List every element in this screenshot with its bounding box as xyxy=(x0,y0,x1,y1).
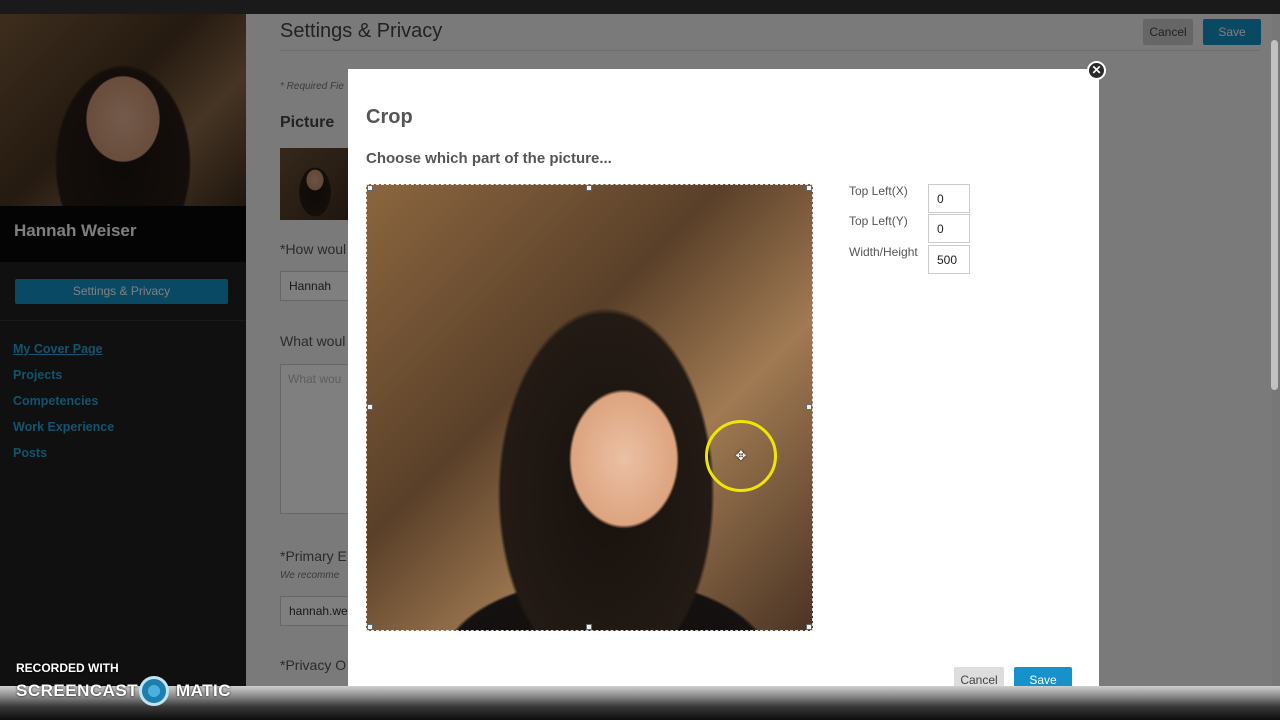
crop-handle-bottom[interactable] xyxy=(586,624,592,630)
crop-handle-bottom-left[interactable] xyxy=(367,624,373,630)
watermark-matic: MATIC xyxy=(176,681,232,700)
crop-handle-left[interactable] xyxy=(367,404,373,410)
top-left-x-label: Top Left(X) xyxy=(849,184,908,198)
dialog-instruction: Choose which part of the picture... xyxy=(366,150,612,167)
crop-selection[interactable] xyxy=(366,184,813,631)
watermark-screencast: SCREENCAST xyxy=(16,681,139,700)
top-bar xyxy=(0,0,1280,14)
crop-handle-top-left[interactable] xyxy=(367,185,373,191)
crop-handle-top-right[interactable] xyxy=(806,185,812,191)
width-height-label: Width/Height xyxy=(849,245,918,259)
crop-handle-top[interactable] xyxy=(586,185,592,191)
screen: Hannah Weiser Settings & Privacy My Cove… xyxy=(0,0,1280,720)
top-left-y-input[interactable]: 0 xyxy=(928,214,970,243)
top-left-x-input[interactable]: 0 xyxy=(928,184,970,213)
crop-dialog: Crop Choose which part of the picture...… xyxy=(348,69,1099,699)
close-icon[interactable]: ✕ xyxy=(1087,61,1106,80)
top-left-y-label: Top Left(Y) xyxy=(849,214,908,228)
crop-handle-right[interactable] xyxy=(806,404,812,410)
watermark-logo-icon xyxy=(139,676,169,706)
watermark-recorded-with: RECORDED WITH xyxy=(16,661,119,675)
move-cursor-icon: ✥ xyxy=(735,448,747,463)
width-height-input[interactable]: 500 xyxy=(928,245,970,274)
page-scrollbar-thumb[interactable] xyxy=(1271,40,1278,390)
crop-handle-bottom-right[interactable] xyxy=(806,624,812,630)
dialog-title: Crop xyxy=(366,106,413,128)
